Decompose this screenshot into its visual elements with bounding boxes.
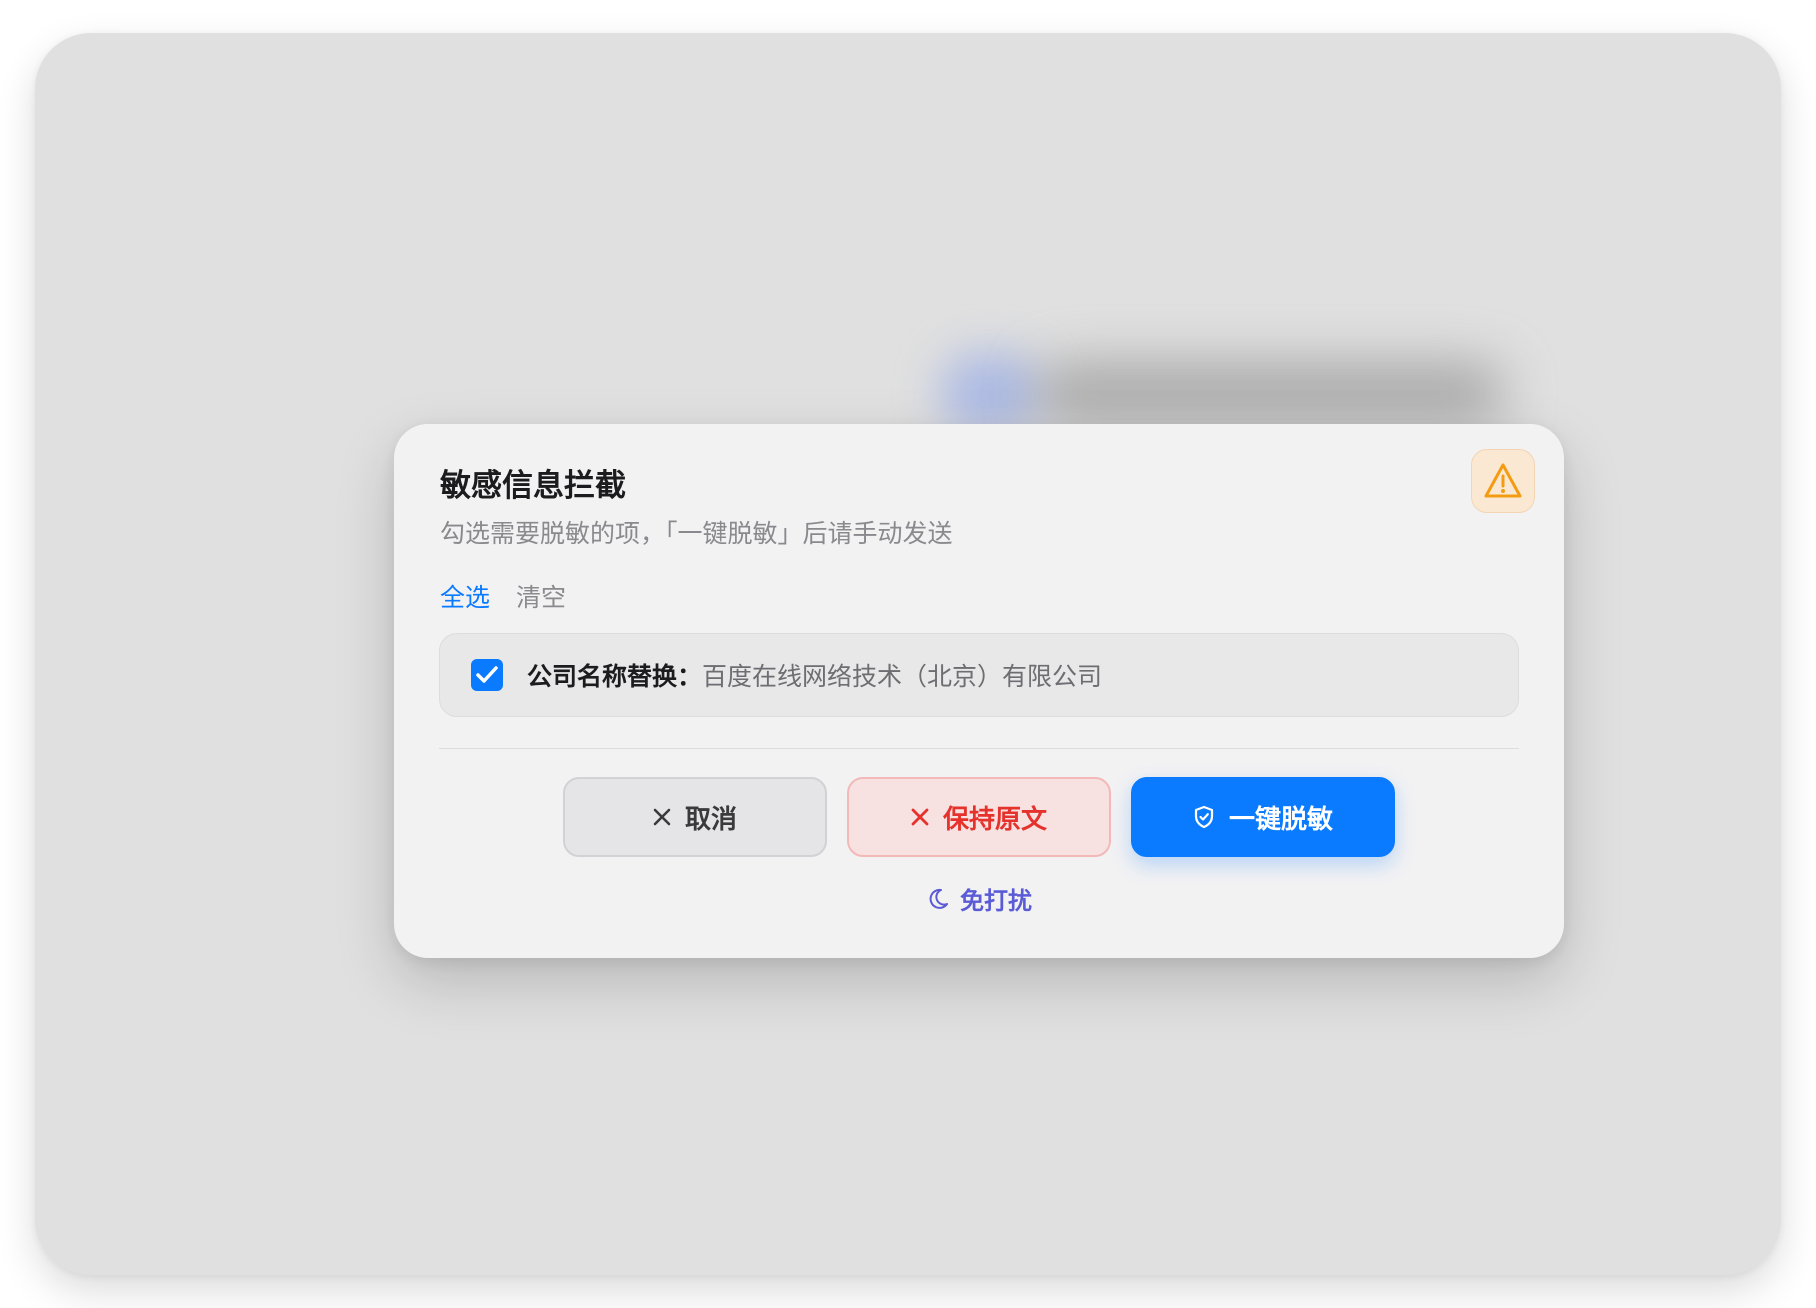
cancel-button[interactable]: 取消 xyxy=(563,777,827,857)
close-icon xyxy=(653,808,671,826)
shield-check-icon xyxy=(1193,805,1215,829)
do-not-disturb-link[interactable]: 免打扰 xyxy=(394,881,1564,916)
warning-badge xyxy=(1471,449,1535,513)
quick-actions: 全选 清空 xyxy=(440,580,566,616)
divider xyxy=(439,748,1519,749)
cancel-button-label: 取消 xyxy=(684,804,737,835)
item-label: 公司名称替换： xyxy=(527,662,703,691)
keep-original-button[interactable]: 保持原文 xyxy=(847,777,1111,857)
clear-link[interactable]: 清空 xyxy=(516,580,566,616)
item-value: 百度在线网络技术（北京）有限公司 xyxy=(702,662,1103,691)
warning-triangle-icon xyxy=(1483,462,1523,500)
blurred-background-bar xyxy=(1035,363,1505,423)
close-icon xyxy=(911,808,929,826)
do-not-disturb-label: 免打扰 xyxy=(960,887,1032,915)
redact-button[interactable]: 一键脱敏 xyxy=(1131,777,1395,857)
sensitive-info-dialog: 敏感信息拦截 勾选需要脱敏的项，「一键脱敏」后请手动发送 全选 清空 公司名称替… xyxy=(394,424,1564,958)
blurred-background-avatar xyxy=(940,353,1040,433)
dialog-subtitle: 勾选需要脱敏的项，「一键脱敏」后请手动发送 xyxy=(440,519,953,548)
checkmark-icon xyxy=(476,666,498,683)
moon-icon xyxy=(926,887,950,911)
redact-button-label: 一键脱敏 xyxy=(1228,804,1333,835)
select-all-link[interactable]: 全选 xyxy=(440,580,490,616)
item-checkbox[interactable] xyxy=(471,659,503,691)
list-item[interactable]: 公司名称替换： 百度在线网络技术（北京）有限公司 xyxy=(439,633,1519,717)
keep-original-button-label: 保持原文 xyxy=(942,804,1047,835)
app-window: 敏感信息拦截 勾选需要脱敏的项，「一键脱敏」后请手动发送 全选 清空 公司名称替… xyxy=(35,33,1781,1275)
dialog-title: 敏感信息拦截 xyxy=(440,468,626,504)
